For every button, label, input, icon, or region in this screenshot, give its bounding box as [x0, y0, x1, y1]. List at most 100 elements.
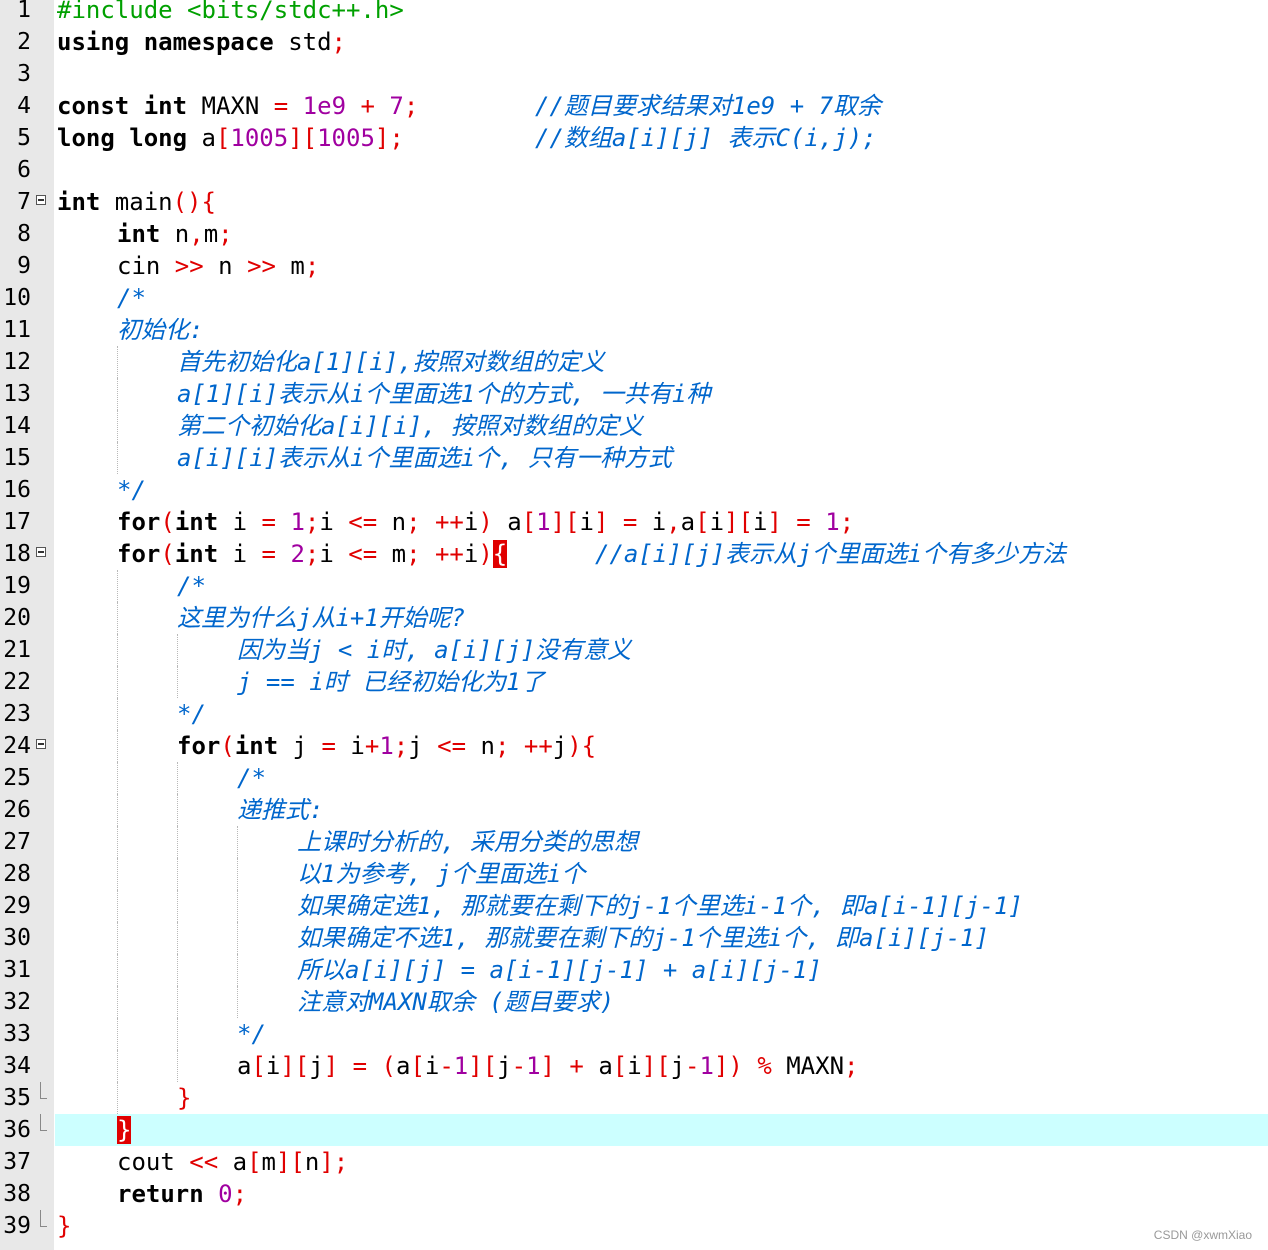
code-token: int	[143, 92, 188, 120]
code-line[interactable]: 37 cout << a[m][n];	[0, 1146, 1268, 1178]
code-line-content[interactable]: int n,m;	[55, 218, 1268, 250]
code-line-content[interactable]: }	[55, 1082, 1268, 1114]
code-line[interactable]: 38 return 0;	[0, 1178, 1268, 1210]
code-token: +	[569, 1052, 584, 1080]
code-line[interactable]: 24 for(int j = i+1;j <= n; ++j){	[0, 730, 1268, 762]
code-line[interactable]: 2 using namespace std;	[0, 26, 1268, 58]
code-line[interactable]: 7 int main(){	[0, 186, 1268, 218]
code-line[interactable]: 12 首先初始化a[1][i],按照对数组的定义	[0, 346, 1268, 378]
code-line-content[interactable]: const int MAXN = 1e9 + 7; //题目要求结果对1e9 + …	[55, 90, 1268, 122]
line-number: 1	[17, 0, 31, 23]
code-token: 2	[290, 540, 305, 568]
code-line-content[interactable]: int main(){	[55, 186, 1268, 218]
code-line-content[interactable]: /*	[55, 282, 1268, 314]
code-line[interactable]: 33 */	[0, 1018, 1268, 1050]
code-line-content[interactable]: */	[55, 1018, 1268, 1050]
code-line-content[interactable]	[55, 154, 1268, 186]
code-line[interactable]: 28 以1为参考, j个里面选i个	[0, 858, 1268, 890]
code-line[interactable]: 31 所以a[i][j] = a[i-1][j-1] + a[i][j-1]	[0, 954, 1268, 986]
code-line[interactable]: 3	[0, 58, 1268, 90]
code-line[interactable]: 35}	[0, 1082, 1268, 1114]
code-comment: 递推式:	[237, 796, 324, 824]
code-line-content[interactable]: cin >> n >> m;	[55, 250, 1268, 282]
code-line[interactable]: 8 int n,m;	[0, 218, 1268, 250]
indent-guide	[117, 378, 118, 410]
code-line-content[interactable]: /*	[55, 762, 1268, 794]
code-line-content[interactable]: return 0;	[55, 1178, 1268, 1210]
code-line-content[interactable]: a[1][i]表示从i个里面选1个的方式, 一共有i种	[55, 378, 1268, 410]
code-comment: 注意对MAXN取余 (题目要求)	[297, 988, 615, 1016]
code-line-content[interactable]: */	[55, 474, 1268, 506]
code-line[interactable]: 22 j == i时 已经初始化为1了	[0, 666, 1268, 698]
code-line[interactable]: 32 注意对MAXN取余 (题目要求)	[0, 986, 1268, 1018]
code-line[interactable]: 39}	[0, 1210, 1268, 1242]
code-line[interactable]: 16 */	[0, 474, 1268, 506]
code-line[interactable]: 36}	[0, 1114, 1268, 1146]
code-line[interactable]: 27 上课时分析的, 采用分类的思想	[0, 826, 1268, 858]
code-editor[interactable]: 1 #include <bits/stdc++.h> 2 using namespac…	[0, 0, 1268, 1250]
code-token: for	[117, 540, 161, 568]
code-line-content[interactable]: 以1为参考, j个里面选i个	[55, 858, 1268, 890]
code-line-content[interactable]: 所以a[i][j] = a[i-1][j-1] + a[i][j-1]	[55, 954, 1268, 986]
code-line-content[interactable]	[55, 58, 1268, 90]
code-line-content[interactable]: for(int j = i+1;j <= n; ++j){	[55, 730, 1268, 762]
code-line[interactable]: 18 for(int i = 2;i <= m; ++i){//a[i][j]表示…	[0, 538, 1268, 570]
line-number: 16	[3, 477, 31, 503]
code-line[interactable]: 30 如果确定不选1, 那就要在剩下的j-1个里选i个, 即a[i][j-1]	[0, 922, 1268, 954]
code-line-content[interactable]: long long a[1005][1005]; //数组a[i][j] 表示C(…	[55, 122, 1268, 154]
code-line[interactable]: 20 这里为什么j从i+1开始呢?	[0, 602, 1268, 634]
code-line[interactable]: 11 初始化:	[0, 314, 1268, 346]
code-line-content[interactable]: cout << a[m][n];	[55, 1146, 1268, 1178]
line-number: 26	[3, 797, 31, 823]
code-line[interactable]: 6	[0, 154, 1268, 186]
line-number: 29	[3, 893, 31, 919]
code-token: ++	[434, 508, 464, 536]
code-line-content[interactable]: /*	[55, 570, 1268, 602]
code-line-content[interactable]: for(int i = 2;i <= m; ++i){//a[i][j]表示从j…	[55, 538, 1268, 570]
code-line[interactable]: 25 /*	[0, 762, 1268, 794]
code-line[interactable]: 5 long long a[1005][1005]; //数组a[i][j] 表示C…	[0, 122, 1268, 154]
fold-collapse-icon[interactable]	[36, 739, 46, 749]
code-line[interactable]: 34 a[i][j] = (a[i-1][j-1] + a[i][j-1]) % …	[0, 1050, 1268, 1082]
code-token: ][	[288, 124, 318, 152]
code-line[interactable]: 10 /*	[0, 282, 1268, 314]
code-line[interactable]: 4 const int MAXN = 1e9 + 7; //题目要求结果对1e9 +…	[0, 90, 1268, 122]
code-line[interactable]: 1 #include <bits/stdc++.h>	[0, 0, 1268, 26]
code-token: )	[478, 540, 493, 568]
code-line-content[interactable]: j == i时 已经初始化为1了	[55, 666, 1268, 698]
code-line-content[interactable]: 因为当j < i时, a[i][j]没有意义	[55, 634, 1268, 666]
fold-collapse-icon[interactable]	[36, 195, 46, 205]
code-line-content[interactable]: #include <bits/stdc++.h>	[55, 0, 1268, 26]
code-line-content[interactable]: 注意对MAXN取余 (题目要求)	[55, 986, 1268, 1018]
code-line-content[interactable]: }	[55, 1210, 1268, 1242]
code-line[interactable]: 14 第二个初始化a[i][i], 按照对数组的定义	[0, 410, 1268, 442]
code-line[interactable]: 21 因为当j < i时, a[i][j]没有意义	[0, 634, 1268, 666]
code-line-content[interactable]: 上课时分析的, 采用分类的思想	[55, 826, 1268, 858]
code-line-content[interactable]: 这里为什么j从i+1开始呢?	[55, 602, 1268, 634]
fold-collapse-icon[interactable]	[36, 547, 46, 557]
code-token: 1	[290, 508, 305, 536]
code-line[interactable]: 9 cin >> n >> m;	[0, 250, 1268, 282]
code-line-content[interactable]: using namespace std;	[55, 26, 1268, 58]
code-line-content[interactable]: a[i][i]表示从i个里面选i个, 只有一种方式	[55, 442, 1268, 474]
code-line-content[interactable]: }	[55, 1114, 1268, 1146]
code-line[interactable]: 17 for(int i = 1;i <= n; ++i) a[1][i] = i…	[0, 506, 1268, 538]
code-line-content[interactable]: 递推式:	[55, 794, 1268, 826]
code-line-content[interactable]: 如果确定选1, 那就要在剩下的j-1个里选i-1个, 即a[i-1][j-1]	[55, 890, 1268, 922]
code-line-content[interactable]: for(int i = 1;i <= n; ++i) a[1][i] = i,a…	[55, 506, 1268, 538]
code-line[interactable]: 13 a[1][i]表示从i个里面选1个的方式, 一共有i种	[0, 378, 1268, 410]
code-line[interactable]: 29 如果确定选1, 那就要在剩下的j-1个里选i-1个, 即a[i-1][j-1…	[0, 890, 1268, 922]
code-line-content[interactable]: 初始化:	[55, 314, 1268, 346]
code-line-content[interactable]: a[i][j] = (a[i-1][j-1] + a[i][j-1]) % MA…	[55, 1050, 1268, 1082]
code-line[interactable]: 26 递推式:	[0, 794, 1268, 826]
line-number: 17	[3, 509, 31, 535]
code-line-content[interactable]: 如果确定不选1, 那就要在剩下的j-1个里选i个, 即a[i][j-1]	[55, 922, 1268, 954]
inline-comment: //题目要求结果对1e9 + 7取余	[535, 92, 882, 120]
code-line[interactable]: 23 */	[0, 698, 1268, 730]
code-line-content[interactable]: */	[55, 698, 1268, 730]
code-line[interactable]: 19 /*	[0, 570, 1268, 602]
code-line-content[interactable]: 首先初始化a[1][i],按照对数组的定义	[55, 346, 1268, 378]
code-line[interactable]: 15 a[i][i]表示从i个里面选i个, 只有一种方式	[0, 442, 1268, 474]
code-line-content[interactable]: 第二个初始化a[i][i], 按照对数组的定义	[55, 410, 1268, 442]
